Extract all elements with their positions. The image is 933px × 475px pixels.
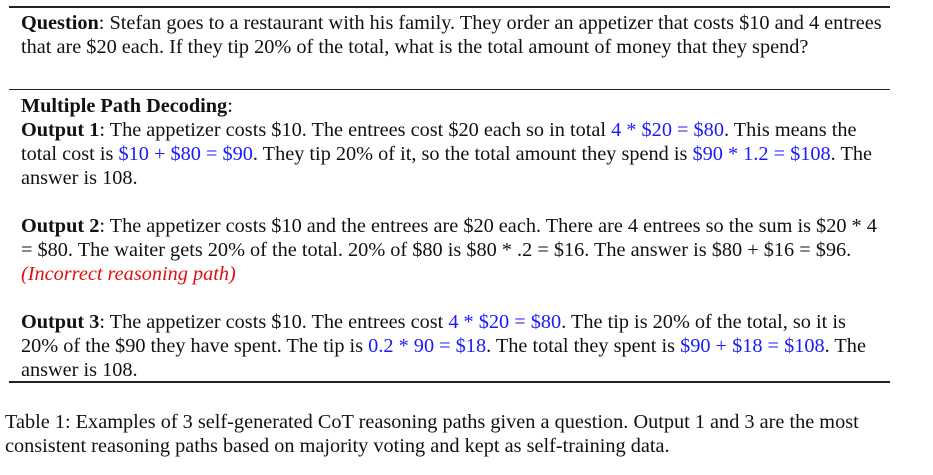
question-text: : Stefan goes to a restaurant with his f… [21, 12, 882, 58]
table-caption: Table 1: Examples of 3 self-generated Co… [5, 411, 859, 457]
output-1-equation: $90 * 1.2 = $108 [692, 143, 831, 165]
output-label: Output 2 [21, 215, 100, 237]
output-3-equation: 4 * $20 = $80 [448, 311, 562, 333]
incorrect-path-note: (Incorrect reasoning path) [21, 263, 236, 285]
question-cell: Question: Stefan goes to a restaurant wi… [21, 11, 887, 59]
output-1-equation: 4 * $20 = $80 [611, 119, 724, 141]
output-2-part: : The appetizer costs $10 and the entree… [21, 215, 877, 261]
output-1-part: . They tip 20% of it, so the total amoun… [252, 143, 693, 165]
table-top-rule [9, 6, 890, 8]
output-label: Output 3 [21, 311, 100, 333]
table-middle-rule [9, 89, 890, 90]
section-heading: Multiple Path Decoding: [21, 94, 887, 118]
section-colon: : [227, 95, 233, 117]
section-title: Multiple Path Decoding [21, 95, 228, 117]
output-block-3: Output 3: The appetizer costs $10. The e… [21, 310, 887, 382]
output-1-equation: $10 + $80 = $90 [118, 143, 253, 165]
output-block-1: Output 1: The appetizer costs $10. The e… [21, 118, 887, 190]
output-label: Output 1 [21, 119, 100, 141]
output-3-equation: $90 + $18 = $108 [680, 335, 825, 357]
output-3-part: : The appetizer costs $10. The entrees c… [99, 311, 449, 333]
output-block-2: Output 2: The appetizer costs $10 and th… [21, 214, 887, 286]
question-label: Question [21, 12, 99, 34]
table-bottom-rule [9, 381, 890, 383]
output-1-part: : The appetizer costs $10. The entrees c… [99, 119, 612, 141]
output-3-equation: 0.2 * 90 = $18 [368, 335, 487, 357]
paths-cell: Multiple Path Decoding: Output 1: The ap… [21, 94, 887, 382]
output-3-part: . The total they spent is [486, 335, 681, 357]
